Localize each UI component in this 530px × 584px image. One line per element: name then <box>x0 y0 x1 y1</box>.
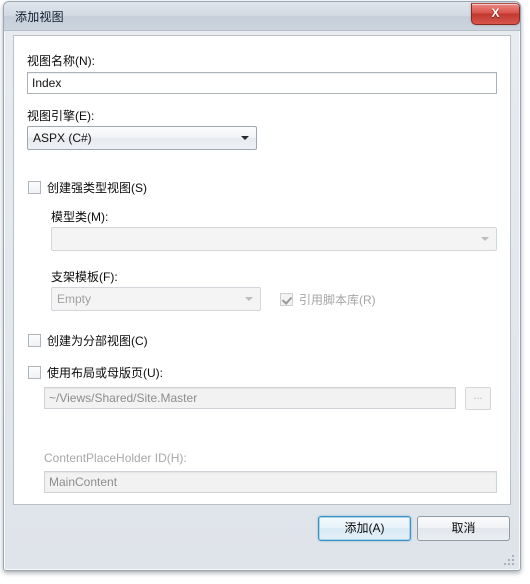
browse-layout-button[interactable]: ... <box>465 387 491 410</box>
checkbox-icon <box>28 366 41 379</box>
use-layout-page-checkbox[interactable]: 使用布局或母版页(U): <box>28 364 163 381</box>
view-engine-select[interactable]: ASPX (C#) <box>27 126 257 150</box>
cancel-button[interactable]: 取消 <box>417 516 510 541</box>
chevron-down-icon <box>241 136 249 140</box>
scaffold-template-select[interactable]: Empty <box>51 287 261 311</box>
view-name-label: 视图名称(N): <box>27 54 95 68</box>
model-class-select[interactable] <box>51 227 497 251</box>
add-view-dialog: 添加视图 X 视图名称(N): Index 视图引擎(E): ASPX (C#)… <box>3 1 521 571</box>
dialog-footer: 添加(A) 取消 <box>13 507 511 562</box>
dialog-title: 添加视图 <box>15 10 64 24</box>
close-icon: X <box>491 6 500 20</box>
checkbox-icon <box>28 334 41 347</box>
chevron-down-icon <box>245 297 253 301</box>
scaffold-template-label: 支架模板(F): <box>51 270 118 284</box>
scaffold-template-value: Empty <box>57 292 92 306</box>
view-name-input[interactable]: Index <box>27 72 497 94</box>
dialog-content-panel: 视图名称(N): Index 视图引擎(E): ASPX (C#) 创建强类型视… <box>13 35 511 505</box>
checkbox-checked-icon <box>280 293 293 306</box>
content-placeholder-input[interactable]: MainContent <box>44 471 497 493</box>
strongly-typed-view-label: 创建强类型视图(S) <box>47 181 147 195</box>
checkbox-icon <box>28 181 41 194</box>
content-placeholder-label: ContentPlaceHolder ID(H): <box>44 451 187 465</box>
create-partial-view-label: 创建为分部视图(C) <box>47 334 148 348</box>
model-class-label: 模型类(M): <box>51 210 109 224</box>
resize-grip[interactable] <box>504 555 516 567</box>
chevron-down-icon <box>481 237 489 241</box>
title-bar: 添加视图 X <box>4 2 520 31</box>
close-button[interactable]: X <box>471 3 520 25</box>
reference-script-libraries-label: 引用脚本库(R) <box>299 293 376 307</box>
reference-script-libraries-checkbox[interactable]: 引用脚本库(R) <box>280 291 376 308</box>
view-engine-label: 视图引擎(E): <box>27 109 95 123</box>
add-button[interactable]: 添加(A) <box>318 516 411 541</box>
strongly-typed-view-checkbox[interactable]: 创建强类型视图(S) <box>28 179 147 196</box>
layout-path-input[interactable]: ~/Views/Shared/Site.Master <box>44 387 456 409</box>
view-engine-value: ASPX (C#) <box>33 131 92 145</box>
create-partial-view-checkbox[interactable]: 创建为分部视图(C) <box>28 332 148 349</box>
use-layout-page-label: 使用布局或母版页(U): <box>47 366 163 380</box>
